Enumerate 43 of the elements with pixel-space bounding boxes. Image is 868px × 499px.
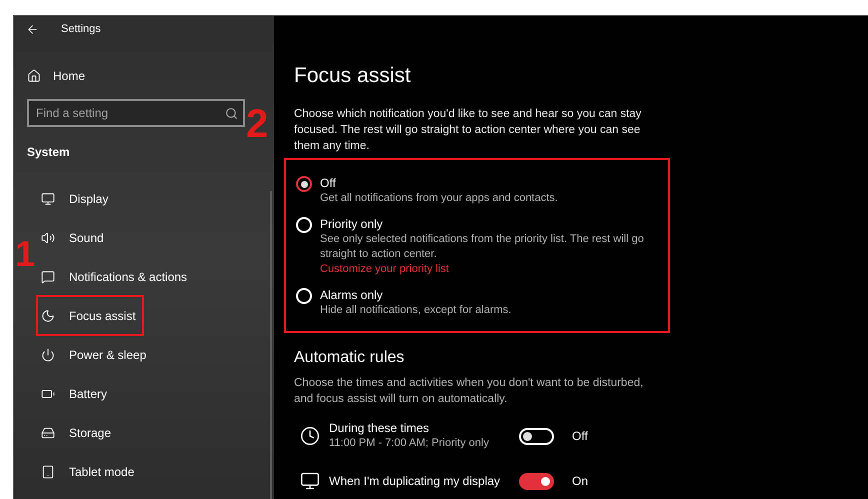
tablet-icon bbox=[41, 464, 55, 478]
priority-list-link[interactable]: Customize your priority list bbox=[320, 262, 449, 277]
section-heading: System bbox=[26, 144, 71, 161]
search-field[interactable]: Find a setting bbox=[27, 99, 245, 127]
clock-icon bbox=[300, 426, 320, 446]
sidebar-item[interactable]: Display bbox=[36, 178, 256, 219]
sidebar-item[interactable]: Focus assist bbox=[36, 295, 144, 336]
toggle-switch[interactable] bbox=[519, 472, 554, 490]
display-icon bbox=[41, 192, 55, 206]
annotation-number: 2 bbox=[246, 104, 268, 144]
sidebar-item[interactable]: Sound bbox=[36, 217, 256, 258]
annotation-number: 1 bbox=[15, 234, 36, 274]
sidebar-item[interactable]: Notifications & actions bbox=[36, 256, 256, 297]
radio-button[interactable] bbox=[296, 176, 312, 192]
sidebar-item[interactable]: Battery bbox=[36, 373, 256, 414]
option-label: Alarms only bbox=[320, 288, 384, 303]
option-label: Priority only bbox=[320, 217, 384, 232]
home-icon bbox=[27, 69, 41, 83]
speaker-icon bbox=[41, 230, 55, 244]
sidebar-item[interactable]: Power & sleep bbox=[36, 334, 256, 375]
window-title: Settings bbox=[61, 22, 101, 38]
drive-icon bbox=[41, 426, 55, 440]
sidebar-item[interactable]: Tablet mode bbox=[36, 451, 256, 492]
option-label: Off bbox=[320, 176, 337, 191]
speech-bubble-icon bbox=[41, 270, 55, 284]
moon-icon bbox=[41, 308, 55, 322]
section-description: Choose the times and activities when you don't want to be disturbed, and focus assist will turn on automatically. bbox=[294, 376, 644, 407]
page-title: Focus assist bbox=[294, 63, 412, 89]
toggle-state: On bbox=[572, 473, 588, 490]
rule-title: During these times bbox=[329, 421, 430, 436]
option-description: Hide all notifications, except for alarms. bbox=[320, 303, 512, 318]
toggle-state: Off bbox=[572, 428, 588, 445]
home-link[interactable]: Home bbox=[14, 63, 274, 89]
option-description: See only selected notifications from the priority list. The rest will go straight to action center. bbox=[320, 232, 645, 262]
back-icon[interactable] bbox=[26, 23, 39, 36]
section-title: Automatic rules bbox=[294, 348, 406, 368]
option-description: Get all notifications from your apps and contacts. bbox=[320, 191, 559, 206]
power-icon bbox=[41, 348, 55, 362]
rule-title: When I'm duplicating my display bbox=[329, 474, 502, 488]
rule-subtitle: 11:00 PM - 7:00 AM; Priority only bbox=[329, 436, 490, 451]
sidebar-item[interactable]: Storage bbox=[36, 412, 256, 453]
page-description: Choose which notification you'd like to see and hear so you can stay focused. The rest will go straight to action center where you can see them any time. bbox=[294, 107, 642, 154]
display-icon bbox=[300, 471, 320, 491]
